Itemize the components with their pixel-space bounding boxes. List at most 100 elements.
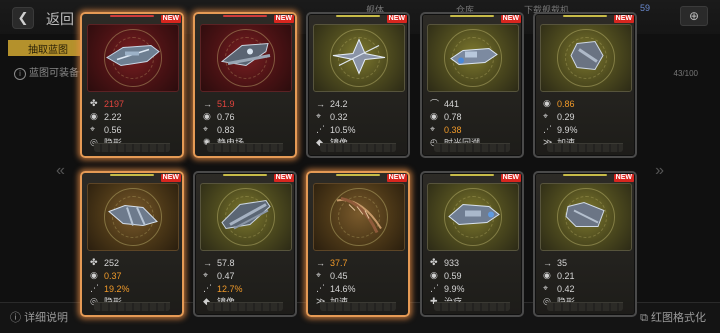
stat-value: 0.32 <box>330 111 348 122</box>
card-bottom-rail <box>207 143 283 152</box>
reward-card[interactable]: NEW → 35 ◉ 0.21 ⌖ 0.42 ◎ 隐形 <box>533 171 637 317</box>
stat-value: 441 <box>444 98 460 109</box>
stat-value: 24.2 <box>330 98 348 109</box>
stat-row: ⌖ 0.32 <box>316 110 406 123</box>
back-button[interactable]: ❮ <box>12 7 34 29</box>
stat-icon: ◉ <box>430 270 438 280</box>
new-badge: NEW <box>613 174 634 182</box>
format-button[interactable]: ⧉ 红图格式化 <box>640 309 706 325</box>
stat-value: 14.6% <box>330 283 356 294</box>
ship-art <box>427 24 519 92</box>
stat-row: → 57.8 <box>203 256 293 269</box>
stat-value: 0.42 <box>557 283 575 294</box>
ship-icon <box>331 193 387 242</box>
stat-icon: ⌖ <box>430 124 436 134</box>
stat-row: ◉ 0.76 <box>203 110 293 123</box>
stat-value: 252 <box>104 257 120 268</box>
reward-card[interactable]: NEW ✤ 2197 ◉ 2.22 ⌖ 0.56 ◎ 隐形 <box>80 12 184 158</box>
stat-icon: ⌖ <box>203 270 209 280</box>
info-icon: i <box>14 68 26 80</box>
stat-row: ◉ 0.21 <box>543 269 633 282</box>
card-bottom-rail <box>320 302 396 311</box>
reward-card[interactable]: NEW → 57.8 ⌖ 0.47 ⋰ 12.7% ◆ 镜像 <box>193 171 297 317</box>
reward-card[interactable]: NEW → 37.7 ⌖ 0.45 ⋰ 14.6% ≫ 加速 <box>306 171 410 317</box>
reward-card[interactable]: NEW ⌒ 441 ◉ 0.78 ⌖ 0.38 ◴ 时光回溯 <box>420 12 524 158</box>
stat-icon: → <box>316 257 325 268</box>
new-badge: NEW <box>160 15 181 23</box>
ship-icon <box>445 39 501 78</box>
card-bottom-rail <box>94 302 170 311</box>
stat-icon: ✤ <box>430 257 438 267</box>
rarity-line <box>110 174 154 176</box>
add-cart-button[interactable]: ⊕ <box>680 6 708 26</box>
stat-icon: ◉ <box>203 111 211 121</box>
stat-icon: ⌖ <box>203 124 209 134</box>
stat-list: → 37.7 ⌖ 0.45 ⋰ 14.6% ≫ 加速 <box>316 256 406 308</box>
rarity-line <box>336 174 380 176</box>
new-badge: NEW <box>613 15 634 23</box>
stat-value: 0.21 <box>557 270 575 281</box>
ship-art <box>540 24 632 92</box>
stat-value: 0.83 <box>217 124 235 135</box>
stat-value: 2197 <box>104 98 125 109</box>
tab-draw-blueprint[interactable]: 抽取蓝图 <box>8 40 88 56</box>
stat-row: ⌖ 0.56 <box>90 123 180 136</box>
stat-row: ⋰ 9.9% <box>430 282 520 295</box>
ship-icon <box>103 196 163 239</box>
stat-value: 0.86 <box>557 98 575 109</box>
stat-row: ⌖ 0.47 <box>203 269 293 282</box>
reward-card[interactable]: NEW ✤ 252 ◉ 0.37 ⋰ 19.2% ◎ 隐形 <box>80 171 184 317</box>
stat-icon: ⋰ <box>543 124 552 134</box>
stat-row: ◉ 0.37 <box>90 269 180 282</box>
new-badge: NEW <box>273 174 294 182</box>
new-badge: NEW <box>160 174 181 182</box>
ship-icon <box>103 38 163 79</box>
detail-label: 详细说明 <box>24 312 69 324</box>
detail-button[interactable]: ⓘ 详细说明 <box>10 309 68 325</box>
stat-value: 0.47 <box>217 270 235 281</box>
stat-value: 19.2% <box>104 283 130 294</box>
stat-value: 0.78 <box>444 111 462 122</box>
reward-card[interactable]: NEW ◉ 0.86 ⌖ 0.29 ⋰ 9.9% ≫ 加速 <box>533 12 637 158</box>
new-badge: NEW <box>500 174 521 182</box>
stat-row: ⌖ 0.83 <box>203 123 293 136</box>
stat-list: ◉ 0.86 ⌖ 0.29 ⋰ 9.9% ≫ 加速 <box>543 97 633 149</box>
stat-icon: → <box>543 257 552 268</box>
stat-value: 933 <box>444 257 460 268</box>
ship-art <box>540 183 632 251</box>
stat-list: → 35 ◉ 0.21 ⌖ 0.42 ◎ 隐形 <box>543 256 633 308</box>
cart-plus-icon: ⊕ <box>688 9 700 23</box>
stat-row: ⋰ 10.5% <box>316 123 406 136</box>
rarity-line <box>450 15 494 17</box>
stat-value: 0.37 <box>104 270 122 281</box>
rarity-line <box>563 15 607 17</box>
stat-value: 0.76 <box>217 111 235 122</box>
stat-value: 0.38 <box>444 124 462 135</box>
stat-row: → 51.9 <box>203 97 293 110</box>
stat-row: ✤ 2197 <box>90 97 180 110</box>
progress-count: 43/100 <box>673 69 698 78</box>
reward-card[interactable]: NEW ✤ 933 ◉ 0.59 ⋰ 9.9% ✚ 治疗 <box>420 171 524 317</box>
stat-list: ✤ 933 ◉ 0.59 ⋰ 9.9% ✚ 治疗 <box>430 256 520 308</box>
stat-icon: ✤ <box>90 98 98 108</box>
stat-row: ◉ 0.78 <box>430 110 520 123</box>
stat-row: → 24.2 <box>316 97 406 110</box>
ship-art <box>87 183 179 251</box>
stat-row: → 37.7 <box>316 256 406 269</box>
stat-icon: ◉ <box>543 98 551 108</box>
rarity-line <box>450 174 494 176</box>
stat-icon: ◉ <box>90 270 98 280</box>
stat-value: 12.7% <box>217 283 243 294</box>
reward-card[interactable]: NEW → 24.2 ⌖ 0.32 ⋰ 10.5% ◆ 镜像 <box>306 12 410 158</box>
reward-card[interactable]: NEW → 51.9 ◉ 0.76 ⌖ 0.83 ✺ 静电场 <box>193 12 297 158</box>
ship-icon <box>216 38 276 79</box>
stat-row: ⌖ 0.38 <box>430 123 520 136</box>
ship-art <box>427 183 519 251</box>
stat-row: ⌒ 441 <box>430 97 520 110</box>
stat-icon: ✤ <box>90 257 98 267</box>
tab-count: 59 <box>640 3 651 13</box>
card-bottom-rail <box>434 302 510 311</box>
card-bottom-rail <box>320 143 396 152</box>
stat-value: 0.45 <box>330 270 348 281</box>
new-badge: NEW <box>386 15 407 23</box>
